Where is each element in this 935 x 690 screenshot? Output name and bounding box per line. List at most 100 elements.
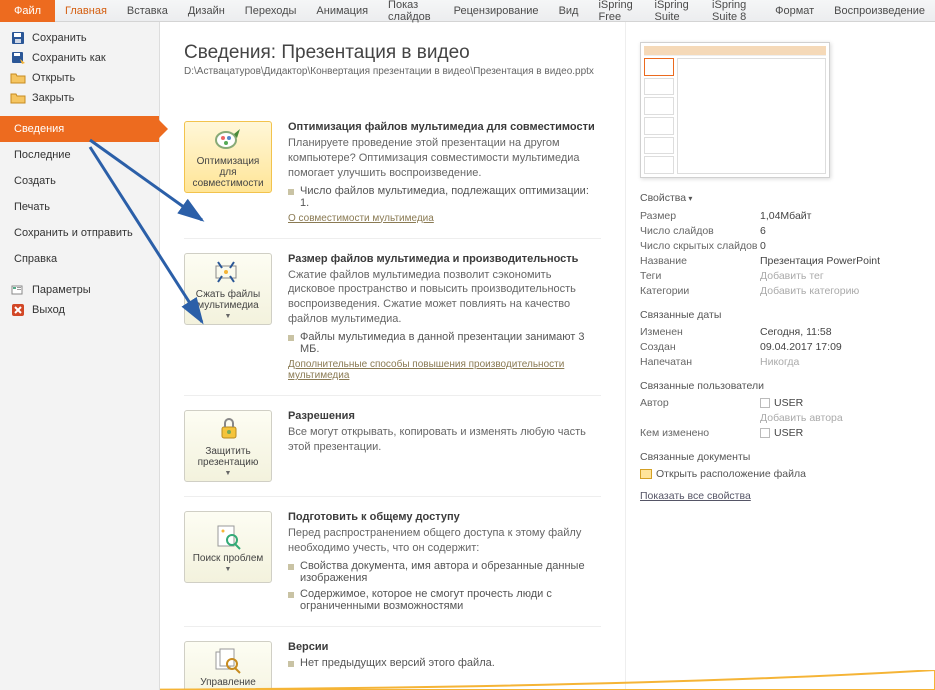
compress-media-label: Сжать файлы мультимедиа bbox=[189, 289, 267, 311]
optimize-desc: Планируете проведение этой презентации н… bbox=[288, 136, 601, 181]
file-path: D:\Аствацатуров\Дидактор\Конвертация пре… bbox=[184, 66, 601, 77]
prop-tags-value[interactable]: Добавить тег bbox=[760, 270, 824, 282]
exit-icon bbox=[10, 302, 26, 318]
check-issues-button[interactable]: Поиск проблем ▼ bbox=[184, 511, 272, 583]
folder-icon bbox=[640, 469, 652, 479]
sidebar-close-label: Закрыть bbox=[32, 92, 74, 104]
properties-dropdown[interactable]: Свойства bbox=[640, 192, 917, 204]
check-title: Подготовить к общему доступу bbox=[288, 511, 601, 523]
sidebar-exit[interactable]: Выход bbox=[0, 300, 159, 320]
file-tab[interactable]: Файл bbox=[0, 0, 55, 22]
prop-size-value: 1,04Мбайт bbox=[760, 210, 811, 222]
bullet-icon bbox=[288, 335, 294, 341]
protect-title: Разрешения bbox=[288, 410, 601, 422]
tab-format[interactable]: Формат bbox=[765, 0, 824, 22]
related-dates-header: Связанные даты bbox=[640, 309, 917, 321]
tab-ispring-suite[interactable]: iSpring Suite bbox=[645, 0, 703, 22]
tab-design[interactable]: Дизайн bbox=[178, 0, 235, 22]
section-protect: Защитить презентацию ▼ Разрешения Все мо… bbox=[184, 396, 601, 497]
section-compress: Сжать файлы мультимедиа ▼ Размер файлов … bbox=[184, 239, 601, 396]
compress-media-button[interactable]: Сжать файлы мультимедиа ▼ bbox=[184, 253, 272, 325]
prop-slides-label: Число слайдов bbox=[640, 225, 760, 237]
sidebar-save[interactable]: Сохранить bbox=[0, 28, 159, 48]
show-all-properties[interactable]: Показать все свойства bbox=[640, 490, 751, 502]
author-checkbox-icon bbox=[760, 398, 770, 408]
sidebar-recent[interactable]: Последние bbox=[0, 142, 159, 168]
open-file-location[interactable]: Открыть расположение файла bbox=[640, 468, 917, 480]
tab-view[interactable]: Вид bbox=[549, 0, 589, 22]
sidebar-help[interactable]: Справка bbox=[0, 246, 159, 272]
prop-tags-label: Теги bbox=[640, 270, 760, 282]
prop-slides-value: 6 bbox=[760, 225, 766, 237]
optimize-compat-label: Оптимизация для совместимости bbox=[189, 156, 267, 189]
sidebar-exit-label: Выход bbox=[32, 304, 65, 316]
sidebar-info[interactable]: Сведения bbox=[0, 116, 159, 142]
check-bullet1: Свойства документа, имя автора и обрезан… bbox=[300, 560, 601, 584]
sidebar-save-as[interactable]: Сохранить как bbox=[0, 48, 159, 68]
save-as-icon bbox=[10, 50, 26, 66]
tab-review[interactable]: Рецензирование bbox=[444, 0, 549, 22]
prop-hidden-value: 0 bbox=[760, 240, 766, 252]
bullet-icon bbox=[288, 189, 294, 195]
save-icon bbox=[10, 30, 26, 46]
sidebar-save-as-label: Сохранить как bbox=[32, 52, 106, 64]
prop-name-value[interactable]: Презентация PowerPoint bbox=[760, 255, 880, 267]
related-docs-header: Связанные документы bbox=[640, 451, 917, 463]
check-bullet2: Содержимое, которое не смогут прочесть л… bbox=[300, 588, 601, 612]
prop-categories-value[interactable]: Добавить категорию bbox=[760, 285, 859, 297]
bullet-icon bbox=[288, 592, 294, 598]
page-title: Сведения: Презентация в видео bbox=[184, 42, 601, 64]
sidebar-close[interactable]: Закрыть bbox=[0, 88, 159, 108]
sidebar-save-label: Сохранить bbox=[32, 32, 87, 44]
sidebar-print[interactable]: Печать bbox=[0, 194, 159, 220]
ribbon-tabs: Файл Главная Вставка Дизайн Переходы Ани… bbox=[0, 0, 935, 22]
sidebar-open[interactable]: Открыть bbox=[0, 68, 159, 88]
compress-link[interactable]: Дополнительные способы повышения произво… bbox=[288, 359, 601, 381]
optimize-link[interactable]: О совместимости мультимедиа bbox=[288, 213, 434, 224]
prop-author-label: Автор bbox=[640, 397, 760, 409]
add-author[interactable]: Добавить автора bbox=[760, 412, 843, 424]
prop-categories-label: Категории bbox=[640, 285, 760, 297]
protect-desc: Все могут открывать, копировать и изменя… bbox=[288, 425, 601, 455]
compress-bullet: Файлы мультимедиа в данной презентации з… bbox=[300, 331, 601, 355]
inspect-icon bbox=[211, 521, 245, 551]
modby-checkbox-icon bbox=[760, 428, 770, 438]
optimize-icon bbox=[211, 126, 245, 154]
sidebar-options[interactable]: Параметры bbox=[0, 280, 159, 300]
info-panel: Сведения: Презентация в видео D:\Астваца… bbox=[160, 22, 625, 690]
tab-insert[interactable]: Вставка bbox=[117, 0, 178, 22]
protect-presentation-button[interactable]: Защитить презентацию ▼ bbox=[184, 410, 272, 482]
prop-modby-value: USER bbox=[760, 427, 803, 439]
versions-icon bbox=[211, 646, 245, 675]
tab-playback[interactable]: Воспроизведение bbox=[824, 0, 935, 22]
manage-versions-button[interactable]: Управление версиями ▼ bbox=[184, 641, 272, 690]
prop-author-value[interactable]: USER bbox=[760, 397, 803, 409]
tab-ispring-suite8[interactable]: iSpring Suite 8 bbox=[702, 0, 765, 22]
tab-animation[interactable]: Анимация bbox=[306, 0, 378, 22]
sidebar-save-send[interactable]: Сохранить и отправить bbox=[0, 220, 159, 246]
optimize-bullet: Число файлов мультимедиа, подлежащих опт… bbox=[300, 185, 601, 209]
compress-icon bbox=[211, 258, 245, 287]
tab-home[interactable]: Главная bbox=[55, 0, 117, 22]
dropdown-caret-icon: ▼ bbox=[225, 313, 232, 320]
bullet-icon bbox=[288, 661, 294, 667]
tab-slideshow[interactable]: Показ слайдов bbox=[378, 0, 444, 22]
section-optimize: Оптимизация для совместимости Оптимизаци… bbox=[184, 107, 601, 239]
versions-bullet: Нет предыдущих версий этого файла. bbox=[300, 657, 495, 669]
sidebar-create[interactable]: Создать bbox=[0, 168, 159, 194]
prop-hidden-label: Число скрытых слайдов bbox=[640, 240, 760, 252]
tab-ispring-free[interactable]: iSpring Free bbox=[588, 0, 644, 22]
optimize-title: Оптимизация файлов мультимедиа для совме… bbox=[288, 121, 601, 133]
versions-title: Версии bbox=[288, 641, 601, 653]
sidebar-open-label: Открыть bbox=[32, 72, 75, 84]
presentation-thumbnail[interactable] bbox=[640, 42, 830, 178]
tab-transitions[interactable]: Переходы bbox=[235, 0, 307, 22]
prop-printed-label: Напечатан bbox=[640, 356, 760, 368]
optimize-compat-button[interactable]: Оптимизация для совместимости bbox=[184, 121, 272, 193]
backstage-sidebar: Сохранить Сохранить как Открыть Закрыть … bbox=[0, 22, 160, 690]
dropdown-caret-icon: ▼ bbox=[225, 470, 232, 477]
section-versions: Управление версиями ▼ Версии Нет предыду… bbox=[184, 627, 601, 690]
properties-panel: Свойства Размер1,04Мбайт Число слайдов6 … bbox=[625, 22, 935, 690]
prop-changed-value: Сегодня, 11:58 bbox=[760, 326, 832, 338]
open-icon bbox=[10, 70, 26, 86]
